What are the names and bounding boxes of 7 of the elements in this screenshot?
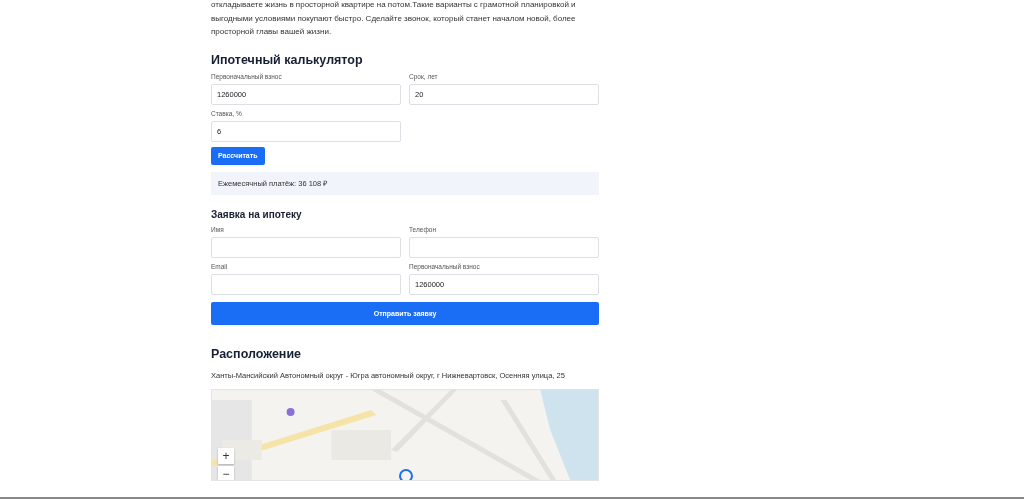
intro-paragraph: откладываете жизнь в просторной квартире на потом.Такие варианты с грамотной планировкой и выгодными условиями покупают быстро. Сделайте звонок, который станет началом новой, более просторной главы вашей жизни. (211, 0, 577, 38)
section-heading: Заявка на ипотеку (211, 208, 303, 220)
section-heading: Ипотечный калькулятор (211, 52, 364, 67)
section-heading: Расположение (211, 346, 303, 361)
input-field[interactable] (211, 236, 401, 258)
input-field[interactable] (409, 236, 599, 258)
input-field[interactable] (211, 273, 401, 295)
